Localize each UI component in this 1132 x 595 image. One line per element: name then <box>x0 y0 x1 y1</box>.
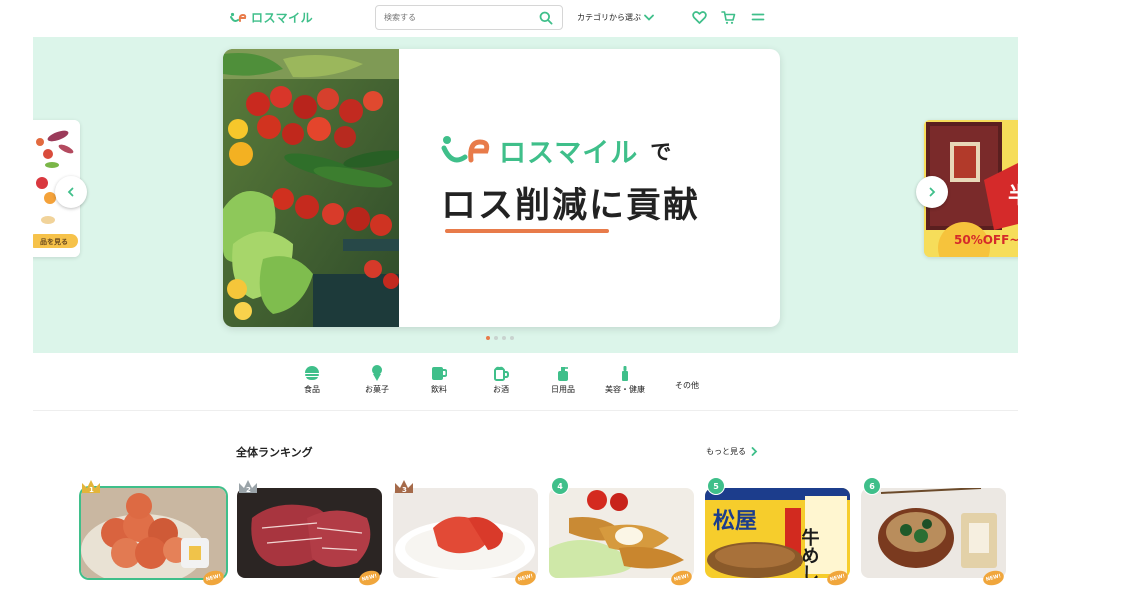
cart-icon[interactable] <box>721 10 736 25</box>
ranking-item[interactable]: 松屋 牛めし <box>705 488 850 578</box>
see-more-link[interactable]: もっと見る <box>706 446 758 457</box>
daily-goods-icon <box>558 367 568 381</box>
search-box <box>375 5 563 30</box>
beauty-health-icon <box>622 366 628 381</box>
category-sweets[interactable]: お菓子 <box>365 365 389 395</box>
next-slide-mark: 半 <box>1008 184 1018 209</box>
category-label: その他 <box>675 381 699 390</box>
next-slide-badge: 50%OFF~ <box>954 233 1018 247</box>
see-more-label: もっと見る <box>706 447 746 456</box>
logo-text: ロスマイル <box>251 11 314 25</box>
mentaiko-rice-image <box>393 488 538 578</box>
category-label: 食品 <box>304 385 320 394</box>
category-select-label: カテゴリから選ぶ <box>577 13 641 22</box>
menu-icon[interactable] <box>751 10 765 24</box>
heart-icon[interactable] <box>692 10 707 25</box>
carousel-dot[interactable] <box>494 336 498 340</box>
search-icon[interactable] <box>539 11 553 25</box>
prev-slide-label: 品を見る <box>40 237 68 246</box>
rank-badge: 6 <box>863 477 881 495</box>
hero-carousel: 品を見る ロスマイル で ロス削減に貢献 50%OFF~ <box>33 37 1018 353</box>
carousel-main-slide[interactable]: ロスマイル で ロス削減に貢献 <box>223 49 780 327</box>
chevron-right-icon <box>929 187 936 197</box>
seaweed-soup-image <box>861 488 1006 578</box>
chevron-left-icon <box>67 187 74 197</box>
ranking-item[interactable] <box>861 488 1006 578</box>
chevron-right-icon <box>751 447 758 456</box>
carousel-dot[interactable] <box>486 336 490 340</box>
category-other[interactable]: その他 <box>675 377 699 391</box>
gold-crown-icon: 1 <box>82 480 100 494</box>
matsuya-gyumeshi-image: 松屋 牛めし <box>705 488 850 578</box>
ranking-item[interactable] <box>549 488 694 578</box>
umeboshi-image <box>81 488 226 578</box>
logo-smile-icon <box>441 135 490 162</box>
category-beauty-health[interactable]: 美容・健康 <box>605 365 645 395</box>
hero-tagline: ロス削減に貢献 <box>441 186 701 226</box>
logo-smile-icon <box>230 12 247 22</box>
ranking-item[interactable] <box>237 488 382 578</box>
carousel-dot[interactable] <box>510 336 514 340</box>
rank-badge: 5 <box>707 477 725 495</box>
hero-underline <box>445 229 609 233</box>
chevron-down-icon <box>644 14 654 21</box>
vegetables-photo <box>223 49 399 327</box>
category-alcohol[interactable]: お酒 <box>493 365 509 395</box>
logo[interactable]: ロスマイル <box>230 9 313 26</box>
category-select[interactable]: カテゴリから選ぶ <box>577 12 654 23</box>
drink-icon <box>432 367 447 380</box>
carousel-next-button[interactable] <box>916 176 948 208</box>
carousel-pagination <box>486 336 514 340</box>
category-label: 美容・健康 <box>605 385 645 394</box>
category-label: 日用品 <box>551 385 575 394</box>
product-side-text: 牛めし <box>799 527 820 578</box>
silver-crown-icon: 2 <box>239 480 257 494</box>
hero-logo-text: ロスマイル <box>499 138 639 169</box>
category-food[interactable]: 食品 <box>304 365 320 395</box>
ranking-title: 全体ランキング <box>236 446 313 459</box>
category-label: お酒 <box>493 385 509 394</box>
ranking-item[interactable] <box>393 488 538 578</box>
category-label: お菓子 <box>365 385 389 394</box>
product-brand-text: 松屋 <box>713 509 757 534</box>
rank-number: 2 <box>246 486 251 494</box>
search-input[interactable] <box>384 10 534 25</box>
category-bar: 食品 お菓子 飲料 お酒 日用品 美容・健康 その他 <box>33 353 1018 411</box>
carousel-prev-button[interactable] <box>55 176 87 208</box>
hero-logo-suffix: で <box>650 139 672 164</box>
alcohol-icon <box>494 366 509 381</box>
food-icon <box>305 366 319 380</box>
sweets-icon <box>372 365 382 381</box>
bronze-crown-icon: 3 <box>395 480 413 494</box>
header: ロスマイル カテゴリから選ぶ <box>0 0 1132 37</box>
category-daily-goods[interactable]: 日用品 <box>551 365 575 395</box>
rank-number: 1 <box>89 486 94 494</box>
category-drink[interactable]: 飲料 <box>431 365 447 395</box>
carousel-dot[interactable] <box>502 336 506 340</box>
beef-steak-image <box>237 488 382 578</box>
hero-logo: ロスマイル で <box>441 131 671 170</box>
rank-badge: 4 <box>551 477 569 495</box>
rank-number: 3 <box>402 486 407 494</box>
category-label: 飲料 <box>431 385 447 394</box>
ranking-item[interactable] <box>81 488 226 578</box>
fried-shrimp-image <box>549 488 694 578</box>
